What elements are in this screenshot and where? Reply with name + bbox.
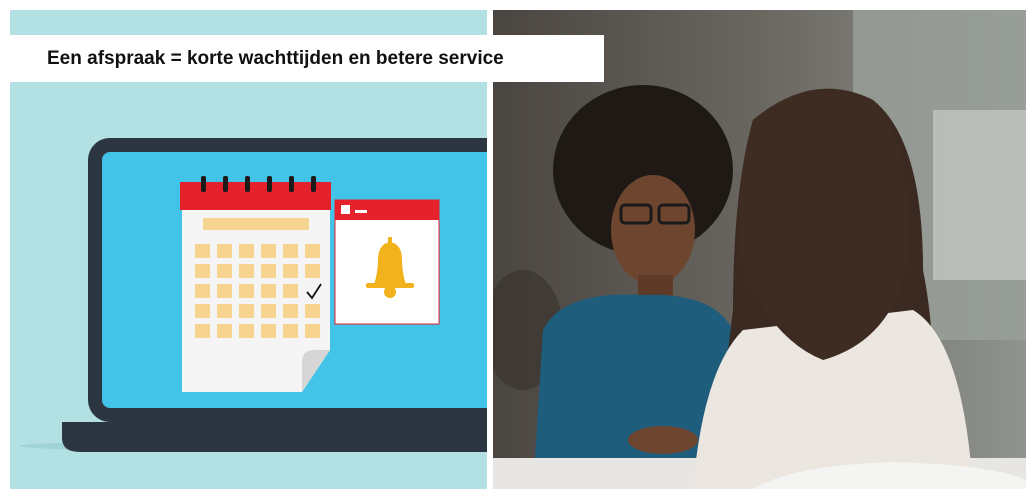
notification-window-icon [334, 199, 440, 325]
person-left-face [611, 175, 695, 285]
laptop-base-icon [62, 422, 487, 452]
calendar-icon [180, 176, 331, 392]
headline: Een afspraak = korte wachttijden en bete… [47, 47, 504, 69]
headline-banner: Een afspraak = korte wachttijden en bete… [10, 35, 604, 82]
